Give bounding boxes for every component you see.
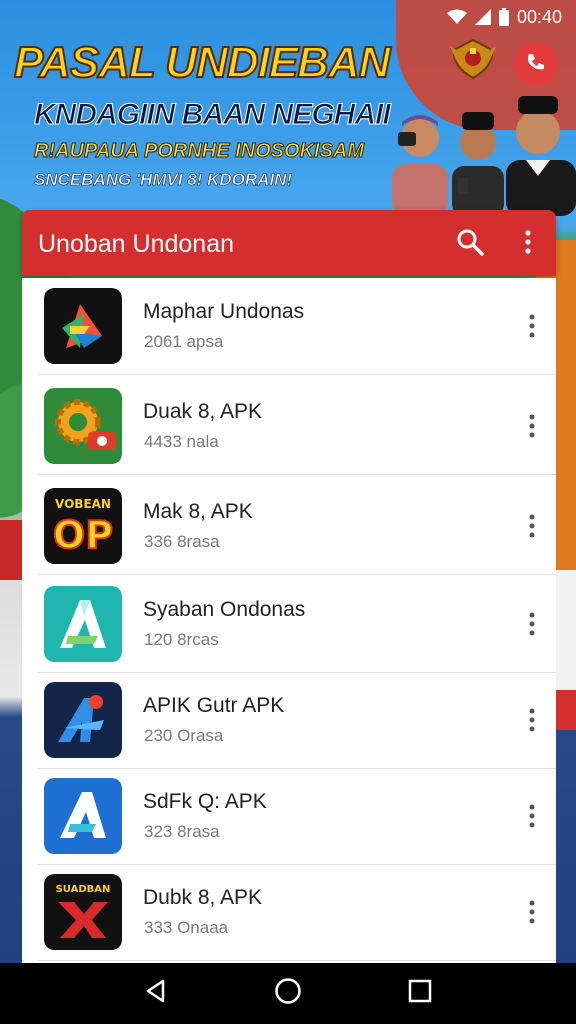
gear-icon	[44, 388, 122, 464]
navigation-bar	[0, 963, 576, 1024]
app-list: Maphar Undonas 2061 apsa Duak 8, APK 443…	[22, 278, 556, 963]
app-name: Syaban Ondonas	[143, 598, 306, 621]
app-subtitle: 2061 apsa	[144, 332, 224, 351]
battery-icon	[498, 8, 509, 26]
search-icon	[456, 228, 484, 261]
more-vert-icon	[529, 612, 535, 636]
item-more-button[interactable]	[522, 606, 542, 642]
icon-logo-text-2: OP	[53, 513, 113, 557]
list-item[interactable]: APIK Gutr APK 230 Orasa	[22, 672, 556, 769]
app-header: Unoban Undonan	[22, 210, 556, 276]
app-subtitle: 120 8rcas	[144, 630, 219, 649]
op-logo-icon: VOBEAN OP	[44, 488, 122, 564]
back-icon	[145, 979, 167, 1008]
app-subtitle: 4433 nala	[144, 432, 219, 451]
app-name: Maphar Undonas	[143, 300, 305, 323]
list-item[interactable]: Maphar Undonas 2061 apsa	[22, 278, 556, 375]
search-button[interactable]	[454, 228, 486, 260]
signal-icon	[474, 9, 491, 25]
more-vert-icon	[529, 900, 535, 924]
home-button[interactable]	[268, 974, 308, 1014]
people-illustration	[384, 96, 576, 216]
item-more-button[interactable]	[522, 508, 542, 544]
more-vert-icon	[529, 314, 535, 338]
status-bar: 00:40	[446, 6, 562, 28]
app-name: Dubk 8, APK	[143, 886, 263, 909]
banner-title: PASAL UNDIEBAN	[13, 37, 392, 88]
more-options-button[interactable]	[516, 228, 540, 260]
recents-icon	[408, 979, 432, 1008]
a-logo-icon	[44, 586, 122, 662]
more-vert-icon	[525, 229, 531, 259]
app-subtitle: 333 Onaaa	[144, 918, 229, 937]
recents-button[interactable]	[400, 974, 440, 1014]
more-vert-icon	[529, 514, 535, 538]
app-subtitle: 230 Orasa	[144, 726, 224, 745]
back-button[interactable]	[136, 974, 176, 1014]
list-item[interactable]: VOBEAN OP Mak 8, APK 336 8rasa	[22, 478, 556, 575]
icon-logo-text: VOBEAN	[55, 497, 111, 511]
list-item[interactable]: SdFk Q: APK 323 8rasa	[22, 768, 556, 865]
header-title: Unoban Undonan	[38, 230, 234, 258]
app-name: Duak 8, APK	[143, 400, 263, 423]
list-item[interactable]: Syaban Ondonas 120 8rcas	[22, 576, 556, 673]
item-more-button[interactable]	[522, 702, 542, 738]
status-time: 00:40	[516, 6, 562, 27]
app-subtitle: 336 8rasa	[144, 532, 220, 551]
app-name: APIK Gutr APK	[143, 694, 285, 717]
emblem-icon	[448, 36, 498, 82]
app-name: Mak 8, APK	[143, 500, 253, 523]
list-item[interactable]: SUADBAN Dubk 8, APK 333 Onaaa	[22, 864, 556, 961]
list-item[interactable]: Duak 8, APK 4433 nala	[22, 378, 556, 475]
more-vert-icon	[529, 414, 535, 438]
item-more-button[interactable]	[522, 798, 542, 834]
play-triangle-icon	[44, 288, 122, 364]
icon-logo-text: SUADBAN	[56, 884, 111, 895]
item-more-button[interactable]	[522, 894, 542, 930]
item-more-button[interactable]	[522, 408, 542, 444]
banner-subtitle-3: SNCEBANG 'HMVI 8! KDORAIN!	[34, 170, 293, 190]
app-subtitle: 323 8rasa	[144, 822, 220, 841]
banner-subtitle: KNDAGIIN BAAN NEGHAII	[34, 98, 392, 132]
phone-icon	[525, 51, 547, 78]
home-icon	[274, 977, 302, 1010]
phone-button[interactable]	[514, 42, 558, 86]
a-arrow-icon	[44, 682, 122, 758]
x-logo-icon: SUADBAN	[44, 874, 122, 950]
banner-subtitle-2: R!AUPAUA PORNHE INOSOKISAM	[33, 140, 365, 163]
more-vert-icon	[529, 708, 535, 732]
more-vert-icon	[529, 804, 535, 828]
a-blue-icon	[44, 778, 122, 854]
wifi-icon	[446, 9, 467, 25]
app-name: SdFk Q: APK	[143, 790, 267, 813]
item-more-button[interactable]	[522, 308, 542, 344]
